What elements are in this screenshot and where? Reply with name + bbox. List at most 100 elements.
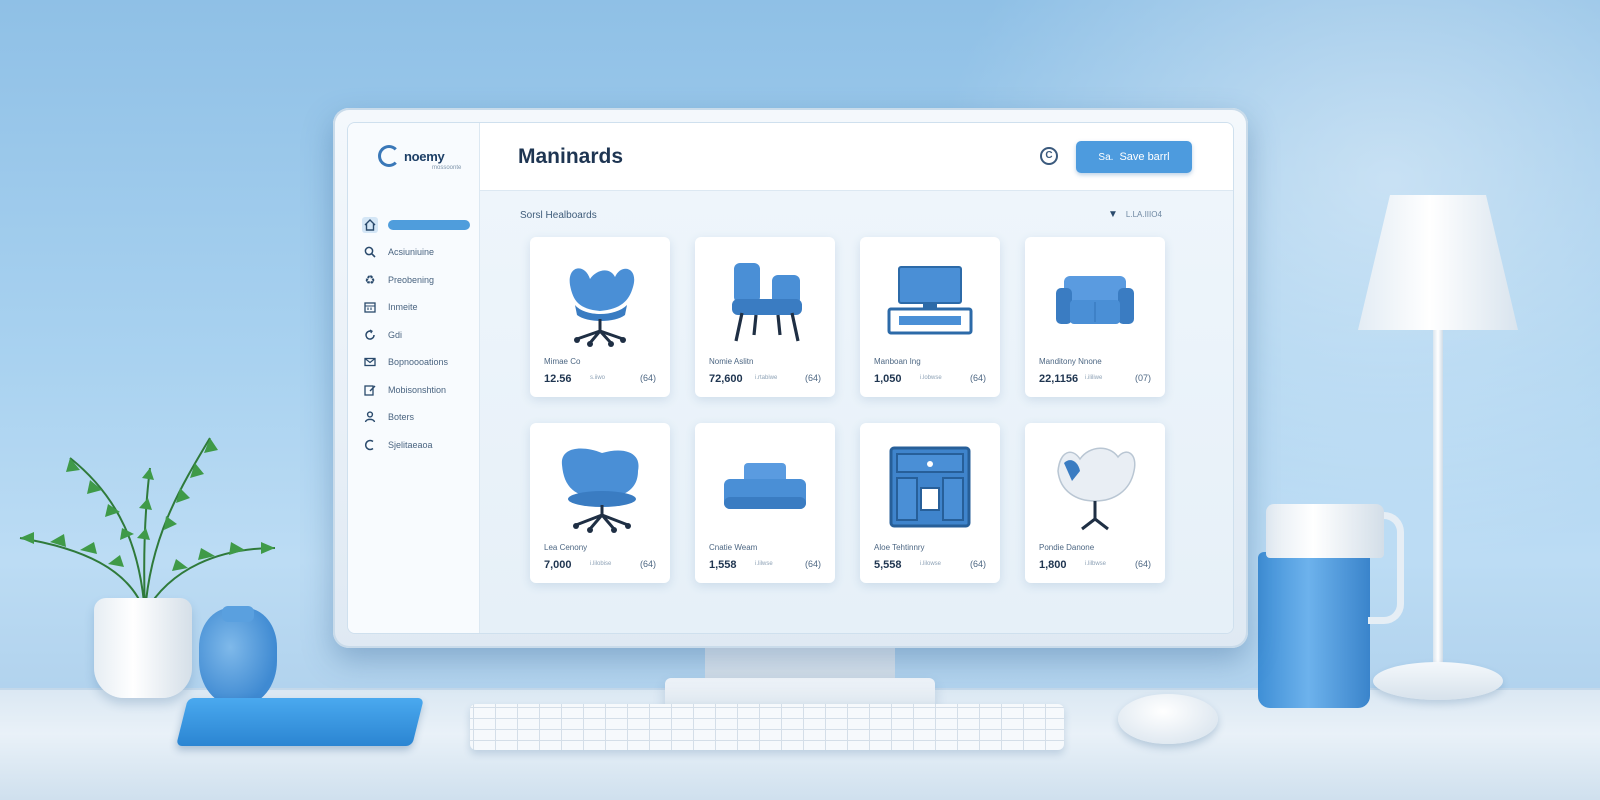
product-card[interactable]: Cnatie Weam 1,558 i.lilwse (64) [695,423,835,583]
top-header: Maninards C Sa. Save barrl [480,123,1233,191]
product-card[interactable]: Lea Cenony 7,000 i.lilobise (64) [530,423,670,583]
product-name: Aloe Tehtinnry [874,543,925,552]
sidebar-item-calendar[interactable]: Inmeite [362,294,472,322]
sidebar-item-loader[interactable]: Sjelitaeaoa [362,431,472,459]
product-count: (64) [1134,559,1151,569]
home-icon [362,216,378,233]
refresh-icon [362,327,378,343]
sidebar-item-edit[interactable]: Mobisonshtion [362,376,472,404]
cabinet-icon [860,437,1000,537]
brand-tagline: mossoonte [432,164,462,171]
sidebar-item-user[interactable]: Boters [362,404,472,432]
ottoman-icon [695,437,835,537]
monitor: noemy mossoonte Acsiuniuine ♻ Preobening… [333,108,1248,648]
mail-icon [362,354,378,370]
product-count: (07) [1134,373,1151,383]
product-stock: i.rtabiwe [755,375,778,381]
loader-icon [362,437,378,453]
product-card[interactable]: Aloe Tehtinnry 5,558 i.lilowse (64) [860,423,1000,583]
product-price: 1,800 [1039,559,1067,571]
product-price: 1,558 [709,559,737,571]
user-icon [362,409,378,425]
shell-chair-icon [1025,437,1165,537]
lounge-chair-icon [695,251,835,351]
vase [199,608,277,706]
product-stock: i.ililiwe [1085,375,1103,381]
product-count: (64) [639,559,656,569]
recycle-icon: ♻ [364,272,376,287]
filter-icon: ▼ [1108,209,1118,220]
sidebar-item-recycle[interactable]: ♻ Preobening [362,266,472,294]
product-name: Manboan Ing [874,357,921,366]
calendar-icon [362,299,378,315]
sidebar-item-search[interactable]: Acsiuniuine [362,239,472,267]
product-grid: Mimae Co 12.56 s.iiwo (64) Nomie Aslitn … [530,237,1166,587]
product-count: (64) [804,559,821,569]
tv-console-icon [860,251,1000,351]
sidebar-item-home[interactable] [362,211,472,239]
sidebar-item-label: Boters [388,412,415,423]
logo-mark-icon [378,145,400,167]
product-card[interactable]: Manditony Nnone 22,1156 i.ililiwe (07) [1025,237,1165,397]
search-icon [362,244,378,260]
filter-control[interactable]: ▼ L.LA.IIIO4 [1108,209,1162,220]
sidebar-item-label: Mobisonshtion [388,384,447,395]
product-name: Nomie Aslitn [709,357,754,366]
product-price: 22,1156 [1039,373,1079,385]
save-icon: Sa. [1098,151,1114,163]
sidebar-item-label: Bopnoooations [388,357,449,368]
sidebar-item-label: Inmeite [388,302,418,313]
product-name: Cnatie Weam [709,543,758,552]
lamp-pole [1433,330,1443,674]
sidebar: noemy mossoonte Acsiuniuine ♻ Preobening… [348,123,480,633]
sidebar-item-label: Acsiuniuine [388,247,435,258]
product-stock: i.lilwse [755,561,773,567]
product-price: 72,600 [709,373,743,385]
sidebar-nav: Acsiuniuine ♻ Preobening Inmeite Gdi Bop… [362,211,472,459]
mouse [1118,694,1218,744]
active-indicator [388,219,470,230]
product-card[interactable]: Nomie Aslitn 72,600 i.rtabiwe (64) [695,237,835,397]
sidebar-item-mail[interactable]: Bopnoooations [362,349,472,377]
blue-cup [1258,552,1370,708]
filter-label: L.LA.IIIO4 [1125,210,1162,219]
page-title: Maninards [518,145,624,168]
product-card[interactable]: Manboan Ing 1,050 i.lobwse (64) [860,237,1000,397]
product-count: (64) [969,559,986,569]
product-stock: s.iiwo [590,375,606,381]
sidebar-item-refresh[interactable]: Gdi [362,321,472,349]
product-price: 7,000 [544,559,572,571]
plant-icon [19,437,276,614]
product-name: Mimae Co [544,357,581,366]
sidebar-item-label: Preobening [388,274,435,285]
product-price: 5,558 [874,559,902,571]
product-count: (64) [969,373,986,383]
white-mug [1266,504,1384,558]
info-icon[interactable]: C [1040,147,1058,165]
save-button[interactable]: Sa. Save barrl [1076,141,1192,173]
product-price: 12.56 [544,373,572,385]
tub-chair-icon [530,437,670,537]
product-count: (64) [639,373,656,383]
plant-pot [94,598,192,698]
swivel-chair-icon [530,251,670,351]
brand-name: noemy [404,148,445,164]
product-count: (64) [804,373,821,383]
product-stock: i.lilobise [590,561,612,567]
product-stock: i.lobwse [920,375,942,381]
product-name: Manditony Nnone [1039,357,1102,366]
product-stock: i.lilbwse [1085,561,1107,567]
product-card[interactable]: Pondie Danone 1,800 i.lilbwse (64) [1025,423,1165,583]
brand-logo[interactable]: noemy mossoonte [378,145,461,171]
sidebar-item-label: Sjelitaeaoa [388,439,433,450]
section-title: Sorsl Healboards [520,210,597,221]
monitor-stand-neck [705,646,895,682]
app-window: noemy mossoonte Acsiuniuine ♻ Preobening… [347,122,1234,634]
edit-icon [362,382,378,398]
product-name: Pondie Danone [1039,543,1095,552]
product-card[interactable]: Mimae Co 12.56 s.iiwo (64) [530,237,670,397]
main-content: Sorsl Healboards ▼ L.LA.IIIO4 Mimae Co 1… [480,191,1233,633]
product-name: Lea Cenony [544,543,588,552]
vase-neck [222,606,254,622]
lamp-base [1373,662,1503,700]
